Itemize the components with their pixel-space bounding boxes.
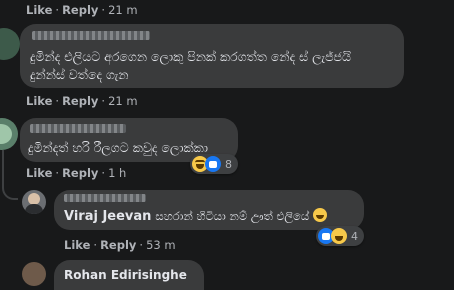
reply-actions: Like · Reply · 53 m xyxy=(64,238,176,252)
timestamp[interactable]: 21 m xyxy=(108,3,138,17)
timestamp[interactable]: 1 h xyxy=(108,166,126,180)
comment-text: දුමින්දත් හරි රීලගට කවුද ලොක්කා xyxy=(28,140,208,155)
timestamp[interactable]: 21 m xyxy=(108,94,138,108)
haha-emoji-icon xyxy=(313,208,328,222)
comment-bubble: දුමින්ද එලියට අරගෙන ලොකු පිනක් කරගත්ත නේ… xyxy=(20,24,404,88)
like-reaction-icon xyxy=(205,156,221,172)
reply-link[interactable]: Reply xyxy=(62,166,98,180)
like-link[interactable]: Like xyxy=(64,238,90,252)
comment-author[interactable]: Rohan Edirisinghe xyxy=(64,265,187,285)
comment-text-line-1: දුමින්ද එලියට අරගෙන ලොකු පිනක් කරගත්ත නේ… xyxy=(30,49,352,64)
reaction-summary[interactable]: 8 xyxy=(190,154,238,174)
avatar[interactable] xyxy=(22,190,46,214)
like-link[interactable]: Like xyxy=(26,94,52,108)
comment-actions: Like · Reply · 21 m xyxy=(26,94,138,108)
reply-bubble: Viraj Jeevan සහරාන් හිටියා නම් ඌත් එලියේ xyxy=(54,190,364,230)
comment-actions-top: Like · Reply · 21 m xyxy=(26,3,138,17)
comment-text-line-2: දුන්න්ස් වත්දෙ ගැන xyxy=(30,67,129,82)
redacted-author-name xyxy=(64,194,146,202)
like-link[interactable]: Like xyxy=(26,3,52,17)
avatar[interactable] xyxy=(0,28,20,60)
avatar[interactable] xyxy=(0,118,18,150)
mention-link[interactable]: Viraj Jeevan xyxy=(64,209,151,224)
thread-connector xyxy=(2,150,18,200)
avatar[interactable] xyxy=(22,262,46,286)
reply-link[interactable]: Reply xyxy=(62,94,98,108)
reply-link[interactable]: Reply xyxy=(100,238,136,252)
haha-reaction-icon xyxy=(331,228,347,244)
reply-link[interactable]: Reply xyxy=(62,3,98,17)
reply-bubble: Rohan Edirisinghe xyxy=(54,260,204,290)
redacted-author-name xyxy=(30,124,126,133)
timestamp[interactable]: 53 m xyxy=(146,238,176,252)
comment-actions: Like · Reply · 1 h xyxy=(26,166,127,180)
like-link[interactable]: Like xyxy=(26,166,52,180)
reaction-count: 4 xyxy=(351,229,358,243)
reply-text: සහරාන් හිටියා නම් ඌත් එලියේ xyxy=(155,209,310,223)
redacted-author-name xyxy=(32,31,150,40)
reaction-summary[interactable]: 4 xyxy=(316,226,364,246)
reaction-count: 8 xyxy=(225,157,232,171)
